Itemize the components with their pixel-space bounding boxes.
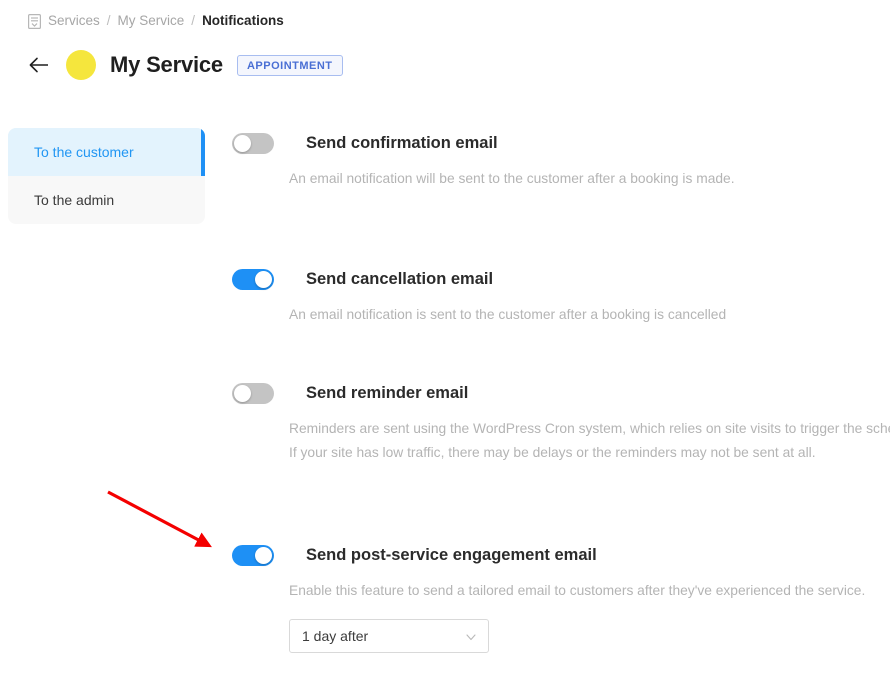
setting-description: Enable this feature to send a tailored e… xyxy=(289,583,866,598)
setting-description: An email notification will be sent to th… xyxy=(289,171,735,186)
annotation-red-arrow xyxy=(107,490,212,548)
setting-send-confirmation-email: Send confirmation email An email notific… xyxy=(232,131,890,191)
notification-audience-tabs: To the customer To the admin xyxy=(8,128,205,224)
status-badge: APPOINTMENT xyxy=(236,54,343,76)
toggle-send-confirmation-email[interactable] xyxy=(232,132,274,154)
service-avatar xyxy=(66,50,96,80)
breadcrumb-item-notifications: Notifications xyxy=(202,13,284,28)
setting-send-post-service-engagement-email: Send post-service engagement email Enabl… xyxy=(232,543,890,653)
sidebar-item-label: To the customer xyxy=(34,144,134,160)
toggle-knob xyxy=(255,546,272,564)
breadcrumb: Services / My Service / Notifications xyxy=(28,13,284,30)
setting-header: Send confirmation email xyxy=(232,131,890,155)
document-list-icon xyxy=(28,14,42,30)
setting-label: Send post-service engagement email xyxy=(306,545,597,564)
post-service-timing-select[interactable]: 1 day after xyxy=(289,618,489,653)
setting-header: Send post-service engagement email xyxy=(232,543,890,567)
setting-label: Send cancellation email xyxy=(306,269,494,288)
breadcrumb-separator: / xyxy=(106,13,111,28)
page-header: My Service APPOINTMENT xyxy=(28,48,343,82)
sidebar-item-label: To the admin xyxy=(34,192,115,208)
setting-header: Send cancellation email xyxy=(232,267,890,291)
toggle-knob xyxy=(255,270,272,288)
setting-label: Send reminder email xyxy=(306,383,469,402)
setting-description: An email notification is sent to the cus… xyxy=(289,307,727,322)
notification-settings-list: Send confirmation email An email notific… xyxy=(232,131,890,683)
breadcrumb-item-my-service[interactable]: My Service xyxy=(118,13,185,28)
sidebar-item-to-the-customer[interactable]: To the customer xyxy=(8,128,205,176)
toggle-send-post-service-engagement-email[interactable] xyxy=(232,544,274,566)
sidebar-item-to-the-admin[interactable]: To the admin xyxy=(8,176,205,224)
toggle-send-cancellation-email[interactable] xyxy=(232,268,274,290)
toggle-send-reminder-email[interactable] xyxy=(232,382,274,404)
setting-send-cancellation-email: Send cancellation email An email notific… xyxy=(232,267,890,327)
breadcrumb-item-services[interactable]: Services xyxy=(48,13,100,28)
setting-header: Send reminder email xyxy=(232,381,890,405)
toggle-knob xyxy=(234,134,251,152)
setting-label: Send confirmation email xyxy=(306,133,498,152)
breadcrumb-separator: / xyxy=(191,13,196,28)
toggle-knob xyxy=(234,384,251,402)
arrow-left-icon[interactable] xyxy=(28,54,50,76)
chevron-down-icon xyxy=(465,630,477,642)
setting-description: Reminders are sent using the WordPress C… xyxy=(289,421,890,460)
page-title: My Service xyxy=(110,52,223,77)
setting-send-reminder-email: Send reminder email Reminders are sent u… xyxy=(232,381,890,464)
post-service-timing-value: 1 day after xyxy=(302,627,369,644)
